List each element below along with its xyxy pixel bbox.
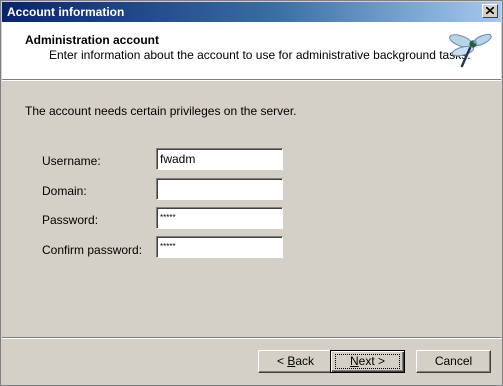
footer-divider	[2, 337, 501, 339]
account-information-dialog: Account information Administration accou…	[0, 0, 503, 386]
confirm-password-input[interactable]: *****	[156, 236, 283, 258]
next-button[interactable]: Next >	[330, 350, 405, 373]
back-prefix: <	[276, 354, 288, 368]
username-value: fwadm	[160, 152, 196, 166]
password-label: Password:	[42, 213, 99, 227]
password-input[interactable]: *****	[156, 207, 283, 229]
domain-label: Domain:	[42, 184, 87, 198]
domain-input[interactable]	[156, 178, 283, 200]
password-value: *****	[160, 213, 176, 222]
confirm-password-value: *****	[160, 242, 176, 251]
header-subtitle: Enter information about the account to u…	[49, 48, 471, 62]
close-button[interactable]	[482, 4, 498, 18]
focus-ring	[335, 354, 400, 369]
dragonfly-icon	[449, 33, 492, 68]
close-icon	[486, 7, 494, 14]
title-bar[interactable]: Account information	[2, 2, 501, 22]
wizard-header: Administration account Enter information…	[2, 22, 501, 79]
username-label: Username:	[42, 154, 101, 168]
back-button[interactable]: < Back	[258, 350, 333, 373]
header-divider	[2, 79, 501, 81]
window-title: Account information	[7, 5, 125, 19]
back-rest: ack	[295, 354, 315, 368]
cancel-button[interactable]: Cancel	[416, 350, 491, 373]
username-input[interactable]: fwadm	[156, 148, 283, 170]
confirm-password-label: Confirm password:	[42, 243, 143, 257]
header-title: Administration account	[25, 33, 160, 47]
intro-text: The account needs certain privileges on …	[25, 104, 297, 118]
